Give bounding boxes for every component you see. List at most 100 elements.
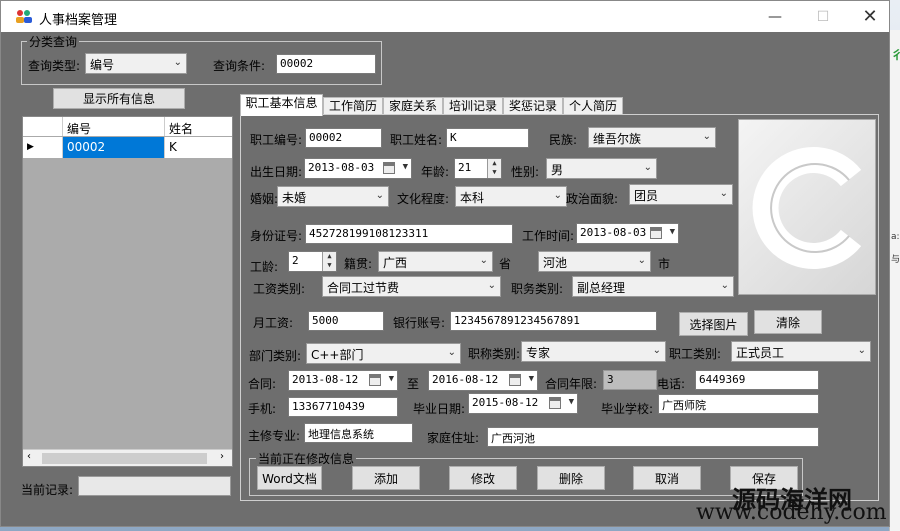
tab-basic-info[interactable]: 职工基本信息 [240, 94, 323, 116]
maximize-button[interactable]: ☐ [800, 1, 846, 32]
gender-select[interactable]: 男 ⌄ [546, 158, 657, 179]
grid-header-id[interactable]: 编号 [63, 117, 165, 136]
birth-date-picker[interactable]: 2013-08-03 ▼ [304, 158, 412, 179]
horizontal-scrollbar[interactable]: ‹ › [23, 449, 232, 466]
chevron-down-icon: ▼ [568, 397, 574, 407]
main-window: 人事档案管理 — ☐ ✕ 分类查询 查询类型: 编号 ⌄ 查询条件: 00002 … [0, 0, 890, 527]
nation-select[interactable]: 维吾尔族 ⌄ [588, 127, 716, 148]
province-value: 广西 [383, 256, 408, 270]
mobile-input[interactable]: 13367710439 [288, 397, 398, 417]
salary-type-select[interactable]: 合同工过节费 ⌄ [322, 276, 501, 297]
query-type-value: 编号 [90, 58, 115, 72]
monthly-salary-label: 月工资: [253, 316, 294, 330]
spinner-arrows-icon[interactable]: ▲ ▼ [487, 159, 501, 178]
major-label: 主修专业: [248, 429, 301, 443]
current-record-field[interactable] [78, 476, 231, 496]
scroll-left-icon[interactable]: ‹ [27, 451, 31, 462]
query-type-select[interactable]: 编号 ⌄ [85, 53, 187, 74]
politics-label: 政治面貌: [566, 192, 619, 206]
title-bar[interactable]: 人事档案管理 — ☐ ✕ [1, 1, 889, 32]
emp-name-input[interactable]: K [446, 128, 529, 148]
phone-input[interactable]: 6449369 [695, 370, 819, 390]
scroll-right-icon[interactable]: › [220, 451, 224, 462]
city-select[interactable]: 河池 ⌄ [538, 251, 651, 272]
dept-value: C++部门 [311, 348, 364, 362]
chevron-down-icon: ⌄ [553, 190, 562, 201]
idcard-input[interactable]: 452728199108123311 [305, 224, 513, 244]
add-button[interactable]: 添加 [352, 466, 420, 490]
seniority-stepper[interactable]: 2 ▲ ▼ [288, 251, 337, 272]
monthly-salary-input[interactable]: 5000 [308, 311, 384, 331]
title-type-select[interactable]: 专家 ⌄ [521, 341, 666, 362]
emp-type-value: 正式员工 [736, 346, 785, 360]
birth-label: 出生日期: [250, 165, 303, 179]
contract-from-picker[interactable]: 2013-08-12 ▼ [288, 370, 398, 391]
table-row[interactable]: ▶ 00002 K [23, 137, 232, 158]
address-input[interactable]: 广西河池 [487, 427, 819, 447]
bank-input[interactable]: 1234567891234567891 [450, 311, 657, 331]
chevron-down-icon: ⌄ [702, 131, 711, 142]
gender-value: 男 [551, 163, 564, 177]
tab-family[interactable]: 家庭关系 [383, 97, 443, 115]
edu-select[interactable]: 本科 ⌄ [455, 186, 567, 207]
record-grid[interactable]: 编号 姓名 ▶ 00002 K ‹ › [22, 116, 233, 467]
delete-button[interactable]: 删除 [537, 466, 605, 490]
background-text: 彳 [891, 48, 900, 62]
native-label: 籍贯: [344, 257, 373, 271]
tab-rewards[interactable]: 奖惩记录 [503, 97, 563, 115]
major-input[interactable]: 地理信息系统 [304, 423, 413, 443]
chevron-down-icon: ⌄ [447, 347, 456, 358]
marriage-select[interactable]: 未婚 ⌄ [277, 186, 389, 207]
idcard-label: 身份证号: [250, 229, 303, 243]
word-export-button[interactable]: Word文档 [257, 466, 322, 490]
chevron-down-icon: ⌄ [857, 345, 866, 356]
spinner-arrows-icon[interactable]: ▲ ▼ [322, 252, 336, 271]
calendar-icon [549, 397, 561, 409]
province-suffix: 省 [499, 257, 512, 271]
work-time-picker[interactable]: 2013-08-03 ▼ [576, 223, 679, 244]
chevron-down-icon: ⌄ [652, 345, 661, 356]
grid-header: 编号 姓名 [23, 117, 232, 137]
chevron-down-icon: ▼ [669, 227, 675, 237]
emp-type-select[interactable]: 正式员工 ⌄ [731, 341, 871, 362]
birth-value: 2013-08-03 [308, 161, 375, 174]
tab-training[interactable]: 培训记录 [443, 97, 503, 115]
clear-picture-button[interactable]: 清除 [754, 310, 822, 334]
scroll-thumb[interactable] [42, 453, 207, 464]
choose-picture-button[interactable]: 选择图片 [679, 312, 748, 336]
school-input[interactable]: 广西师院 [658, 394, 819, 414]
cancel-button[interactable]: 取消 [633, 466, 701, 490]
query-group-title: 分类查询 [27, 33, 80, 50]
contract-label: 合同: [248, 377, 277, 391]
grid-header-name[interactable]: 姓名 [165, 117, 232, 136]
minimize-button[interactable]: — [752, 1, 798, 32]
cell-name[interactable]: K [165, 137, 232, 158]
watermark-url: www.codehy.com [696, 500, 887, 525]
grad-date-picker[interactable]: 2015-08-12 ▼ [468, 393, 578, 414]
emp-no-input[interactable]: 00002 [305, 128, 382, 148]
age-label: 年龄: [421, 165, 450, 179]
duty-type-select[interactable]: 副总经理 ⌄ [572, 276, 734, 297]
province-select[interactable]: 广西 ⌄ [378, 251, 493, 272]
row-pointer-icon: ▶ [23, 137, 63, 158]
chevron-down-icon: ⌄ [637, 255, 646, 266]
show-all-button[interactable]: 显示所有信息 [53, 88, 185, 109]
query-condition-label: 查询条件: [213, 59, 266, 73]
politics-value: 团员 [634, 189, 659, 203]
emp-name-label: 职工姓名: [390, 133, 443, 147]
politics-select[interactable]: 团员 ⌄ [629, 184, 733, 205]
contract-years-field[interactable]: 3 [603, 370, 657, 390]
contract-to-picker[interactable]: 2016-08-12 ▼ [428, 370, 538, 391]
modify-button[interactable]: 修改 [449, 466, 517, 490]
emp-type-label: 职工类别: [669, 347, 722, 361]
work-time-label: 工作时间: [522, 229, 575, 243]
query-type-label: 查询类型: [28, 59, 81, 73]
cell-id[interactable]: 00002 [63, 137, 165, 158]
tab-resume[interactable]: 个人简历 [563, 97, 623, 115]
age-stepper[interactable]: 21 ▲ ▼ [454, 158, 502, 179]
tab-work-history[interactable]: 工作简历 [323, 97, 383, 115]
dept-select[interactable]: C++部门 ⌄ [306, 343, 461, 364]
close-button[interactable]: ✕ [847, 1, 889, 32]
query-condition-input[interactable]: 00002 [276, 54, 376, 74]
city-value: 河池 [543, 256, 568, 270]
